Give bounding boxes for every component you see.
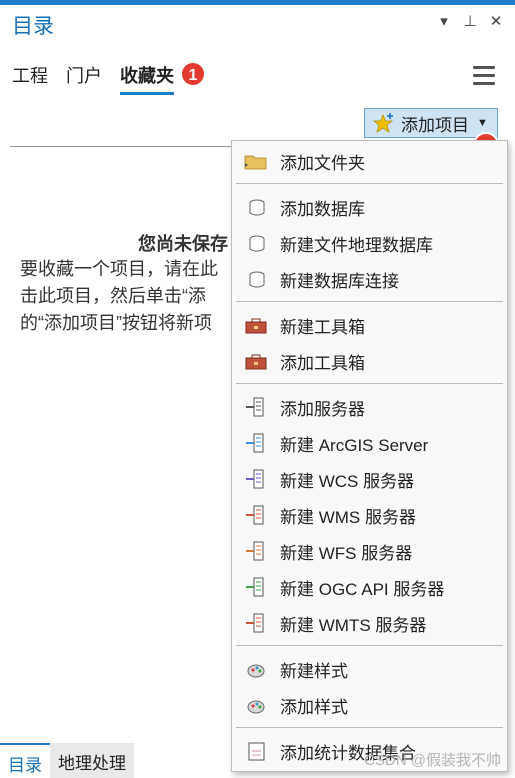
menu-item[interactable]: 添加样式 — [232, 687, 507, 723]
folder-star-icon — [232, 151, 280, 171]
menu-item-label: 新建工具箱 — [280, 317, 365, 337]
menu-item-label: 添加工具箱 — [280, 353, 365, 373]
menu-item-label: 新建数据库连接 — [280, 271, 399, 291]
add-item-menu: 添加文件夹添加数据库新建文件地理数据库 新建数据库连接 新建工具箱添加工具箱添加服务… — [231, 140, 508, 772]
menu-item-label: 新建 WMS 服务器 — [280, 507, 416, 527]
menu-separator — [236, 645, 503, 646]
menu-item[interactable]: 新建 WMS 服务器 — [232, 497, 507, 533]
menu-item[interactable]: 新建 OGC API 服务器 — [232, 569, 507, 605]
menu-item[interactable]: 新建 WCS 服务器 — [232, 461, 507, 497]
style-new-icon — [232, 659, 280, 679]
menu-separator — [236, 301, 503, 302]
menu-item-label: 添加数据库 — [280, 199, 365, 219]
empty-state-line: 要收藏一个项目，请在此 — [20, 259, 218, 279]
menu-item-label: 添加文件夹 — [280, 153, 365, 173]
database-star-icon — [232, 197, 280, 217]
menu-item-label: 新建 WMTS 服务器 — [280, 615, 427, 635]
chevron-down-icon[interactable]: ▾ — [437, 12, 451, 30]
pane-title: 目录 — [12, 15, 54, 38]
close-icon[interactable]: ✕ — [489, 12, 503, 30]
database-connection-icon — [232, 269, 280, 289]
menu-item[interactable]: 新建 WFS 服务器 — [232, 533, 507, 569]
server-wfs-icon — [232, 540, 280, 562]
database-new-icon — [232, 233, 280, 253]
menu-separator — [236, 383, 503, 384]
server-wmts-icon — [232, 612, 280, 634]
empty-state-title: 您尚未保存 — [138, 234, 228, 254]
tab-favorites[interactable]: 收藏夹 — [120, 62, 174, 95]
style-star-icon — [232, 695, 280, 715]
menu-item-label: 添加样式 — [280, 697, 348, 717]
menu-item[interactable]: 添加数据库 — [232, 189, 507, 225]
menu-item-label: 新建 WFS 服务器 — [280, 543, 413, 563]
menu-item[interactable]: 新建 ArcGIS Server — [232, 425, 507, 461]
menu-item[interactable]: 新建样式 — [232, 651, 507, 687]
menu-item-label: 新建 WCS 服务器 — [280, 471, 415, 491]
empty-state-line: 击此项目，然后单击“添 — [20, 286, 206, 306]
dropdown-caret-icon: ▼ — [477, 117, 488, 129]
menu-item-label: 新建样式 — [280, 661, 348, 681]
pane-top-accent — [0, 0, 515, 5]
server-ogc-icon — [232, 576, 280, 598]
menu-separator — [236, 183, 503, 184]
server-star-icon — [232, 396, 280, 418]
menu-icon[interactable] — [473, 66, 495, 90]
menu-item[interactable]: 新建文件地理数据库 — [232, 225, 507, 261]
step-badge-1: 1 — [180, 61, 206, 87]
tab-project[interactable]: 工程 — [12, 62, 48, 95]
menu-item-label: 新建 OGC API 服务器 — [280, 579, 445, 599]
bottom-tabs: 目录 地理处理 — [0, 743, 240, 778]
menu-item[interactable]: 添加工具箱 — [232, 343, 507, 379]
menu-item-label: 添加服务器 — [280, 399, 365, 419]
toolbox-new-icon — [232, 315, 280, 335]
pin-icon[interactable]: ⊥ — [463, 12, 477, 30]
stats-collection-icon — [232, 740, 280, 762]
star-plus-icon — [373, 113, 394, 133]
menu-item-label: 新建 ArcGIS Server — [280, 435, 429, 455]
menu-separator — [236, 727, 503, 728]
empty-state-body: 要收藏一个项目，请在此 击此项目，然后单击“添 的“添加项目”按钮将新项 — [20, 256, 250, 337]
menu-item-label: 新建文件地理数据库 — [280, 235, 433, 255]
menu-item[interactable]: 新建 WMTS 服务器 — [232, 605, 507, 641]
menu-item[interactable]: 新建数据库连接 — [232, 261, 507, 297]
menu-item[interactable]: 添加服务器 — [232, 389, 507, 425]
window-buttons: ▾ ⊥ ✕ — [437, 12, 503, 30]
server-arcgis-icon — [232, 432, 280, 454]
tab-geoprocessing[interactable]: 地理处理 — [50, 743, 134, 778]
watermark: CSDN @假装我不帅 — [364, 752, 501, 769]
empty-state-line: 的“添加项目”按钮将新项 — [20, 313, 212, 333]
server-wms-icon — [232, 504, 280, 526]
tab-portal[interactable]: 门户 — [66, 62, 102, 95]
menu-item[interactable]: 添加文件夹 — [232, 143, 507, 179]
add-item-label: 添加项目 — [401, 115, 469, 135]
tab-catalog[interactable]: 目录 — [0, 743, 50, 778]
catalog-tabs: 工程 门户 收藏夹 — [12, 62, 174, 95]
server-wcs-icon — [232, 468, 280, 490]
toolbox-star-icon — [232, 351, 280, 371]
menu-item[interactable]: 新建工具箱 — [232, 307, 507, 343]
